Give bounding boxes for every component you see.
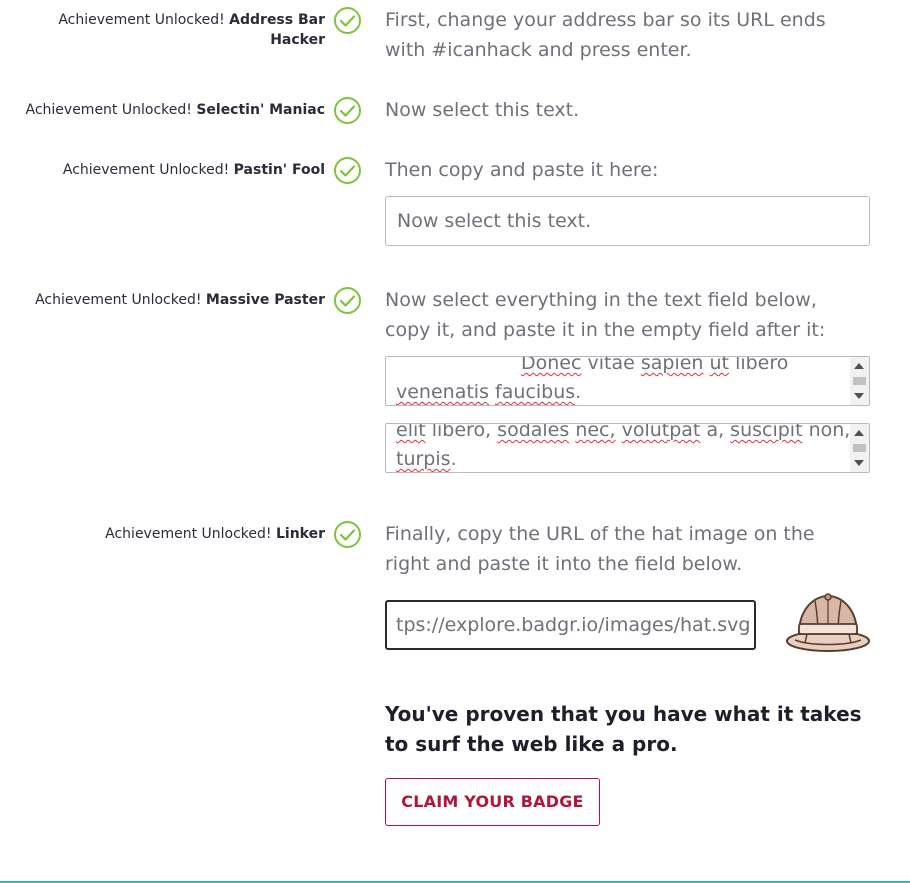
- success-message: You've proven that you have what it take…: [385, 702, 862, 756]
- check-circle-icon: [334, 521, 361, 548]
- paste-input[interactable]: Now select this text.: [385, 196, 870, 246]
- step-instruction-massive-paste: Now select everything in the text field …: [385, 289, 826, 341]
- source-textarea[interactable]: Donec vitae sapien ut libero venenatis f…: [385, 356, 870, 406]
- pith-helmet-icon[interactable]: [785, 590, 871, 656]
- claim-badge-button[interactable]: CLAIM YOUR BADGE: [385, 778, 600, 826]
- scroll-thumb[interactable]: [853, 444, 866, 452]
- textarea-line: elit libero, sodales nec, volutpat a, su…: [396, 423, 851, 441]
- check-circle-icon: [334, 7, 361, 34]
- scroll-down-arrow-icon[interactable]: [854, 393, 864, 399]
- check-circle-icon: [334, 157, 361, 184]
- selectable-text[interactable]: Now select this text.: [385, 95, 865, 125]
- textarea-line: venenatis faucibus.: [396, 381, 582, 403]
- achievement-label-pastin-fool: Achievement Unlocked! Pastin' Fool: [62, 162, 325, 178]
- achievement-label-selectin-maniac: Achievement Unlocked! Selectin' Maniac: [25, 102, 326, 118]
- scroll-up-arrow-icon[interactable]: [854, 363, 864, 369]
- step-instruction-address-bar: First, change your address bar so its UR…: [385, 9, 826, 61]
- check-circle-icon: [334, 287, 361, 314]
- hat-url-input[interactable]: tps://explore.badgr.io/images/hat.svg: [385, 600, 756, 650]
- textarea-line: Donec vitae sapien ut libero: [521, 356, 789, 374]
- achievement-label-massive-paster: Achievement Unlocked! Massive Paster: [35, 292, 325, 308]
- step-instruction-paste: Then copy and paste it here:: [385, 159, 659, 181]
- step-instruction-linker: Finally, copy the URL of the hat image o…: [385, 523, 815, 575]
- achievement-label-address-bar-hacker: Achievement Unlocked! Address Bar Hacker: [58, 12, 325, 48]
- scroll-thumb[interactable]: [853, 377, 866, 385]
- check-circle-icon: [334, 97, 361, 124]
- textarea-scrollbar[interactable]: [850, 357, 869, 405]
- achievement-label-linker: Achievement Unlocked! Linker: [105, 526, 325, 542]
- destination-textarea[interactable]: elit libero, sodales nec, volutpat a, su…: [385, 423, 870, 473]
- scroll-up-arrow-icon[interactable]: [854, 430, 864, 436]
- scroll-down-arrow-icon[interactable]: [854, 460, 864, 466]
- textarea-line: turpis.: [396, 448, 457, 470]
- textarea-scrollbar[interactable]: [850, 424, 869, 472]
